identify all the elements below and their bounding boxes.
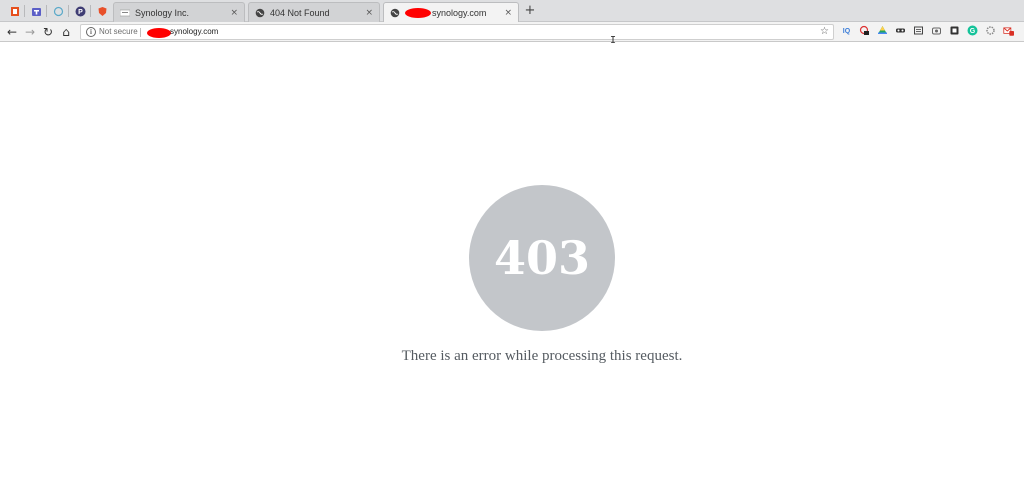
svg-text:G: G [970, 28, 976, 35]
back-button[interactable]: ← [4, 24, 20, 40]
globe-icon [255, 8, 265, 17]
gmail-extension-icon[interactable] [1003, 25, 1014, 36]
error-circle: 403 [469, 185, 615, 331]
record-extension-icon[interactable] [859, 25, 870, 36]
pinned-tab-office[interactable] [8, 4, 22, 18]
reader-extension-icon[interactable] [913, 25, 924, 36]
tab-synology-com[interactable]: synology.com × [383, 2, 519, 23]
tab-synology-inc[interactable]: Synology Inc. × [113, 2, 245, 22]
forward-button[interactable]: → [22, 24, 38, 40]
tab-close-button[interactable]: × [504, 8, 512, 18]
error-message: There is an error while processing this … [401, 348, 683, 364]
address-bar[interactable]: i Not secure synology.com ☆ [80, 24, 834, 40]
synology-favicon-icon [120, 9, 130, 16]
info-icon[interactable]: i [86, 27, 96, 37]
pocket-extension-icon[interactable] [949, 25, 960, 36]
svg-text:P: P [78, 9, 83, 16]
gear-extension-icon[interactable] [985, 25, 996, 36]
tab-strip: P Synology Inc. × 404 Not Found × synolo… [0, 0, 1024, 23]
grammarly-extension-icon[interactable]: G [967, 25, 978, 36]
tab-title: 404 Not Found [270, 7, 330, 18]
browser-toolbar: ← → ↻ ⌂ i Not secure synology.com ☆ IQ G [0, 22, 1024, 42]
globe-icon [390, 8, 400, 18]
reload-button[interactable]: ↻ [40, 24, 56, 40]
url-divider [140, 28, 141, 37]
pocket-icon: P [75, 6, 85, 16]
redaction-mark [147, 28, 171, 38]
camera-extension-icon[interactable] [931, 25, 942, 36]
url-host: synology.com [170, 27, 219, 36]
new-tab-button[interactable]: + [523, 4, 537, 18]
circle-icon [53, 6, 63, 16]
drive-extension-icon[interactable] [877, 25, 888, 36]
pinned-tab-teams[interactable] [29, 4, 43, 18]
redaction-mark [405, 8, 431, 18]
pinned-separator [90, 5, 91, 17]
bookmark-star-icon[interactable]: ☆ [820, 26, 829, 37]
tab-title: synology.com [432, 8, 487, 18]
tab-close-button[interactable]: × [230, 8, 238, 18]
text-cursor-icon: I [610, 35, 617, 46]
pinned-separator [24, 5, 25, 17]
error-code: 403 [493, 231, 591, 285]
pinned-separator [68, 5, 69, 17]
tab-close-button[interactable]: × [365, 8, 373, 18]
security-label: Not secure [99, 27, 138, 36]
teams-icon [31, 7, 41, 16]
pinned-tab-circle[interactable] [51, 4, 65, 18]
pinned-tab-shield[interactable] [95, 4, 109, 18]
tab-404-not-found[interactable]: 404 Not Found × [248, 2, 380, 22]
shield-icon [98, 6, 106, 16]
mask-extension-icon[interactable] [895, 25, 906, 36]
home-button[interactable]: ⌂ [58, 24, 74, 40]
office-icon [11, 6, 19, 16]
iq-extension-icon[interactable]: IQ [841, 26, 852, 37]
pinned-tab-pocket[interactable]: P [73, 4, 87, 18]
tab-title: Synology Inc. [135, 7, 190, 18]
pinned-separator [46, 5, 47, 17]
